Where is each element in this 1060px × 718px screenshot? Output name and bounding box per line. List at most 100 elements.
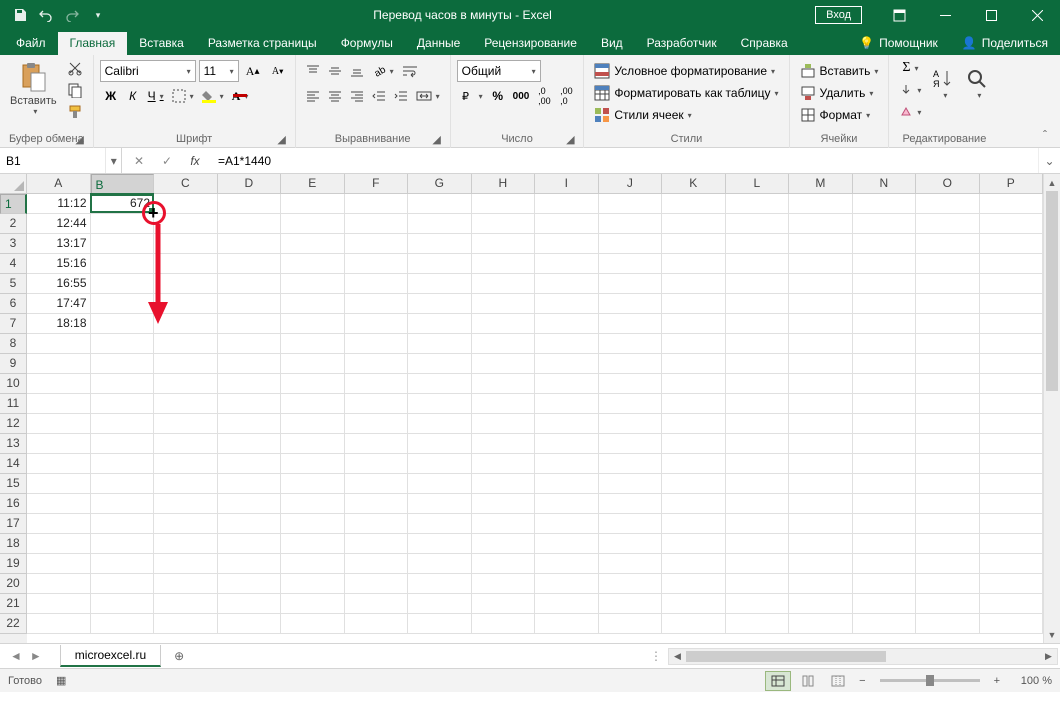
cell[interactable] [91, 294, 155, 314]
cell[interactable] [281, 294, 345, 314]
cell[interactable] [916, 274, 980, 294]
cell[interactable] [980, 234, 1044, 254]
cell[interactable] [980, 294, 1044, 314]
cell[interactable] [154, 314, 218, 334]
cell[interactable] [281, 534, 345, 554]
cell[interactable] [281, 594, 345, 614]
cell[interactable] [218, 374, 282, 394]
cell[interactable] [916, 214, 980, 234]
cell[interactable] [408, 414, 472, 434]
font-name-select[interactable]: Calibri▾ [100, 60, 196, 82]
cell[interactable] [345, 494, 409, 514]
cell[interactable] [535, 494, 599, 514]
macro-record-icon[interactable]: ▦ [56, 674, 66, 687]
cell[interactable] [662, 394, 726, 414]
cell[interactable] [345, 434, 409, 454]
cell[interactable] [281, 274, 345, 294]
cell[interactable] [789, 334, 853, 354]
cell[interactable] [726, 234, 790, 254]
align-middle-icon[interactable] [324, 60, 346, 82]
split-handle-icon[interactable]: ⋮ [650, 649, 662, 663]
column-header[interactable]: L [726, 174, 790, 194]
cell[interactable] [662, 414, 726, 434]
cell[interactable] [599, 374, 663, 394]
cell[interactable] [472, 574, 536, 594]
cell[interactable] [281, 574, 345, 594]
cell[interactable] [916, 474, 980, 494]
cell[interactable] [662, 374, 726, 394]
cell[interactable] [789, 494, 853, 514]
align-bottom-icon[interactable] [346, 60, 368, 82]
align-top-icon[interactable] [302, 60, 324, 82]
cell[interactable] [345, 194, 409, 214]
cell[interactable] [662, 574, 726, 594]
cell[interactable] [27, 434, 91, 454]
cell[interactable] [916, 514, 980, 534]
cell[interactable] [599, 414, 663, 434]
cell[interactable] [345, 314, 409, 334]
cell[interactable] [789, 554, 853, 574]
autosum-button[interactable]: Σ▾ [895, 57, 925, 79]
cell[interactable] [535, 574, 599, 594]
row-header[interactable]: 8 [0, 334, 27, 354]
cell[interactable] [408, 534, 472, 554]
cell[interactable] [535, 554, 599, 574]
cell[interactable] [535, 394, 599, 414]
find-select-button[interactable]: ▾ [961, 57, 993, 100]
cell[interactable] [599, 194, 663, 214]
cell[interactable] [281, 234, 345, 254]
cell[interactable] [345, 614, 409, 634]
cell[interactable] [599, 254, 663, 274]
italic-button[interactable]: К [122, 85, 144, 107]
cell[interactable] [91, 374, 155, 394]
cell[interactable] [726, 534, 790, 554]
cell[interactable] [27, 614, 91, 634]
column-header[interactable]: O [916, 174, 980, 194]
cell[interactable] [281, 354, 345, 374]
cell[interactable] [218, 494, 282, 514]
cell[interactable] [853, 294, 917, 314]
cell[interactable] [154, 334, 218, 354]
cell[interactable] [91, 614, 155, 634]
conditional-formatting-button[interactable]: Условное форматирование▾ [590, 60, 779, 82]
cell[interactable] [91, 534, 155, 554]
cell[interactable] [345, 514, 409, 534]
column-header[interactable]: P [980, 174, 1044, 194]
row-header[interactable]: 18 [0, 534, 27, 554]
cell[interactable] [662, 294, 726, 314]
cell[interactable] [281, 394, 345, 414]
cell[interactable] [91, 214, 155, 234]
cell[interactable] [535, 434, 599, 454]
cell[interactable] [662, 274, 726, 294]
cell[interactable] [91, 514, 155, 534]
cell[interactable] [535, 234, 599, 254]
clipboard-launcher-icon[interactable]: ◢ [73, 132, 87, 146]
zoom-out-button[interactable]: − [855, 675, 869, 687]
cell[interactable] [281, 254, 345, 274]
cell[interactable] [535, 594, 599, 614]
row-header[interactable]: 11 [0, 394, 27, 414]
cell[interactable] [281, 214, 345, 234]
cell[interactable] [599, 214, 663, 234]
cell[interactable] [27, 414, 91, 434]
cell[interactable] [281, 514, 345, 534]
fill-color-button[interactable]: ▾ [198, 85, 228, 107]
cell[interactable] [472, 234, 536, 254]
cell[interactable] [662, 554, 726, 574]
cell[interactable] [853, 374, 917, 394]
cell[interactable] [154, 394, 218, 414]
underline-button[interactable]: Ч▾ [144, 85, 168, 107]
cell[interactable] [218, 614, 282, 634]
cell[interactable] [726, 594, 790, 614]
column-header[interactable]: E [281, 174, 345, 194]
cell[interactable] [408, 514, 472, 534]
cell[interactable] [980, 614, 1044, 634]
cell[interactable] [789, 434, 853, 454]
cell[interactable] [916, 434, 980, 454]
cell[interactable] [345, 534, 409, 554]
cell[interactable] [726, 494, 790, 514]
cell[interactable] [599, 274, 663, 294]
cell[interactable] [662, 434, 726, 454]
cell[interactable] [408, 194, 472, 214]
cell[interactable] [916, 494, 980, 514]
